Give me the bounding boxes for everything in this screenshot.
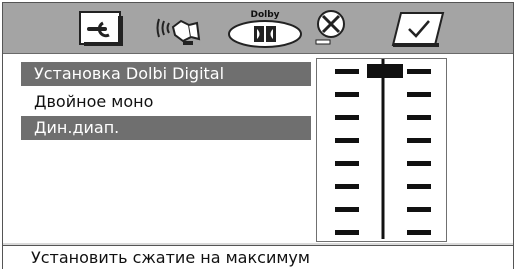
slider-tick-right [407, 161, 431, 166]
tab-confirm[interactable] [391, 7, 447, 49]
slider-tick-left [335, 138, 359, 143]
tab-bar: Dolby [3, 3, 513, 54]
slider-tick-right [407, 230, 431, 235]
menu-item-dolby-setup[interactable]: Установка Dolbi Digital [21, 62, 311, 86]
slider-tick-left [335, 115, 359, 120]
slider-graphic [335, 59, 431, 239]
slider-tick-left [335, 230, 359, 235]
slider-tick-right [407, 184, 431, 189]
slider-tick-right [407, 138, 431, 143]
slider-tick-left [335, 184, 359, 189]
slider-tick-right [407, 207, 431, 212]
menu-item-label: Дин.диап. [34, 118, 120, 137]
wrench-icon [79, 11, 123, 46]
status-text: Установить сжатие на максимум [31, 248, 310, 267]
slider-tick-right [407, 69, 431, 74]
tab-audio[interactable] [153, 7, 205, 49]
menu-item-dynamic-range[interactable]: Дин.диап. [21, 116, 311, 140]
slider-tick-right [407, 115, 431, 120]
content-area: Установка Dolbi Digital Двойное моно Дин… [3, 54, 513, 243]
slider-thumb[interactable] [367, 64, 403, 78]
tab-dolby[interactable]: Dolby [225, 7, 303, 49]
disc-x-icon [315, 10, 345, 45]
menu-item-label: Установка Dolbi Digital [34, 64, 225, 83]
status-bar: Установить сжатие на максимум [3, 245, 513, 269]
slider-tick-left [335, 92, 359, 97]
menu-item-dual-mono[interactable]: Двойное моно [21, 90, 311, 114]
compression-level-slider[interactable] [316, 58, 447, 242]
speaker-waves-icon [156, 18, 201, 45]
dolby-digital-icon: Dolby [228, 10, 302, 48]
menu-item-label: Двойное моно [34, 92, 154, 111]
slider-tick-left [335, 161, 359, 166]
dolby-label: Dolby [250, 10, 279, 20]
tab-pref[interactable] [308, 7, 356, 49]
slider-tick-left [335, 69, 359, 74]
checkmark-icon [391, 12, 445, 47]
tab-settings[interactable] [75, 7, 125, 49]
slider-tick-right [407, 92, 431, 97]
setup-window: Dolby Установка Dolbi Digital Двойное мо [2, 2, 514, 269]
slider-tick-left [335, 207, 359, 212]
